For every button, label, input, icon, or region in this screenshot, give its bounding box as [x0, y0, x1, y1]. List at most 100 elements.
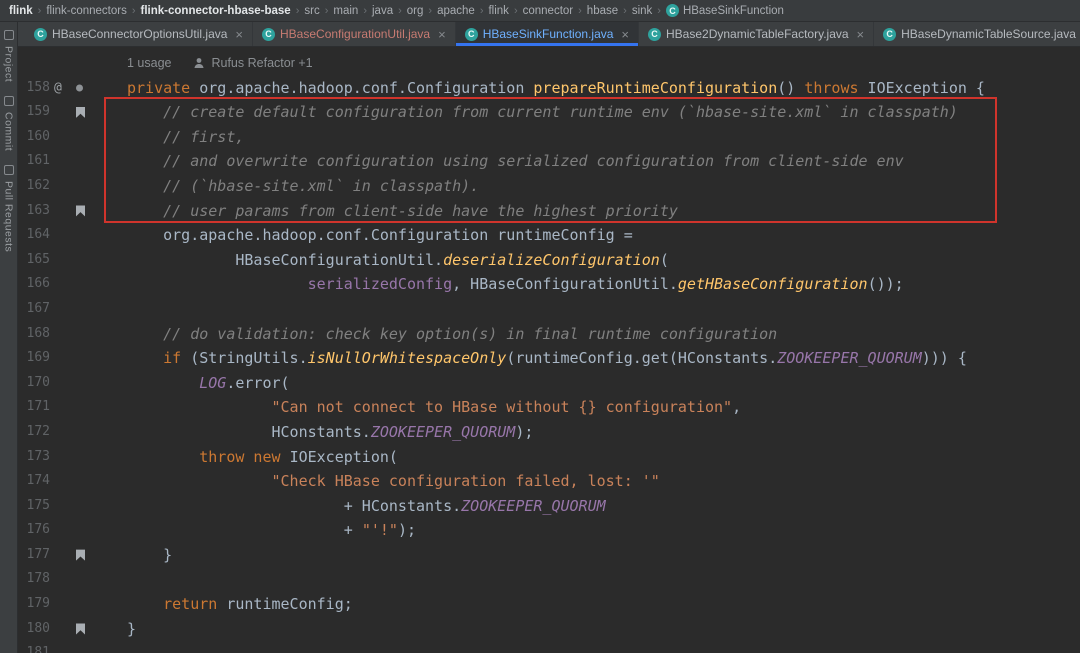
- line-number: 173: [26, 448, 50, 464]
- breadcrumb-item-flink[interactable]: flink: [9, 5, 33, 17]
- line-number: 174: [26, 473, 50, 489]
- tab-bar: C HBaseConnectorOptionsUtil.java × C HBaseCo…: [18, 22, 1080, 47]
- line-number: 176: [26, 522, 50, 538]
- breadcrumb-item-flink[interactable]: flink: [488, 5, 508, 17]
- breadcrumb-label: hbase: [586, 4, 619, 17]
- gutter[interactable]: 171: [18, 395, 127, 420]
- bookmark-icon[interactable]: [76, 623, 85, 635]
- gutter[interactable]: 172: [18, 420, 127, 445]
- tab-hbasesinkfunction-java[interactable]: C HBaseSinkFunction.java ×: [455, 22, 640, 46]
- breadcrumb-label: org: [406, 4, 424, 17]
- close-icon[interactable]: ×: [235, 27, 243, 42]
- line-number: 164: [26, 227, 50, 243]
- code-line: 180}: [18, 617, 1080, 642]
- author-hint[interactable]: Rufus Refactor +1: [211, 56, 312, 70]
- gutter[interactable]: 164: [18, 223, 127, 248]
- gutter[interactable]: 179: [18, 592, 127, 617]
- breadcrumb-label: flink-connectors: [46, 4, 127, 17]
- breadcrumb-item-connector[interactable]: connector: [523, 5, 574, 17]
- close-icon[interactable]: ×: [857, 27, 865, 42]
- breadcrumb-item-java[interactable]: java: [372, 5, 393, 17]
- gutter[interactable]: 161: [18, 149, 127, 174]
- gutter[interactable]: 176: [18, 518, 127, 543]
- line-number: 165: [26, 251, 50, 267]
- editor[interactable]: 1 usage Rufus Refactor +1 158 @ private org.…: [18, 47, 1080, 653]
- breadcrumb-item-src[interactable]: src: [304, 5, 319, 17]
- gutter[interactable]: 174: [18, 469, 127, 494]
- line-number: 158: [26, 79, 50, 95]
- sidebar-label: Project: [2, 46, 15, 83]
- breadcrumb-item-org[interactable]: org: [407, 5, 424, 17]
- code-line: 163 // user params from client-side have…: [18, 199, 1080, 224]
- breadcrumb-item-main[interactable]: main: [333, 5, 358, 17]
- gutter[interactable]: 166: [18, 272, 127, 297]
- code-text: // (`hbase-site.xml` in classpath).: [127, 176, 480, 195]
- sidebar-label: Commit: [2, 112, 15, 152]
- code-text: LOG.error(: [199, 373, 290, 392]
- breadcrumb-item-flink-connectors[interactable]: flink-connectors: [46, 5, 127, 17]
- code-text: HBaseConfigurationUtil.deserializeConfig…: [127, 250, 669, 269]
- gutter[interactable]: 178: [18, 567, 127, 592]
- breadcrumb-item-hbasesinkfunction[interactable]: C HBaseSinkFunction: [665, 4, 784, 17]
- gutter[interactable]: 165: [18, 248, 127, 273]
- code-text: serializedConfig, HBaseConfigurationUtil…: [307, 275, 904, 294]
- tab-hbasedynamictablesource-java[interactable]: CHBaseDynamicTableSource.java×: [874, 22, 1080, 46]
- gutter[interactable]: 175: [18, 494, 127, 519]
- line-number: 171: [26, 399, 50, 415]
- gutter[interactable]: 170: [18, 371, 127, 396]
- bookmark-icon[interactable]: [76, 205, 85, 217]
- chevron-right-icon: ›: [513, 4, 518, 17]
- sidebar-item-pull-requests[interactable]: Pull Requests: [3, 165, 15, 253]
- code-line: 181: [18, 641, 1080, 653]
- gutter[interactable]: 169: [18, 346, 127, 371]
- close-icon[interactable]: ×: [621, 27, 629, 42]
- gutter[interactable]: 159: [18, 100, 127, 125]
- breadcrumb-item-hbase[interactable]: hbase: [587, 5, 618, 17]
- gutter[interactable]: 180: [18, 617, 127, 642]
- class-icon: C: [464, 27, 478, 41]
- code-line: 176 + "'!");: [18, 518, 1080, 543]
- bookmark-icon[interactable]: [76, 106, 85, 118]
- line-number: 159: [26, 104, 50, 120]
- usages-hint[interactable]: 1 usage: [127, 56, 171, 70]
- code-line: 1 usage Rufus Refactor +1: [18, 51, 1080, 76]
- code-line: 158 @ private org.apache.hadoop.conf.Confi…: [18, 76, 1080, 101]
- gutter[interactable]: 168: [18, 322, 127, 347]
- gutter[interactable]: 167: [18, 297, 127, 322]
- tab-hbaseconnectoroptionsutil-java[interactable]: C HBaseConnectorOptionsUtil.java ×: [25, 22, 254, 46]
- gutter[interactable]: 177: [18, 543, 127, 568]
- line-number: 169: [26, 350, 50, 366]
- code-line: 162 // (`hbase-site.xml` in classpath).: [18, 174, 1080, 199]
- at-icon[interactable]: @: [54, 81, 62, 94]
- pull-requests-icon: [3, 165, 14, 176]
- breadcrumb-item-sink[interactable]: sink: [632, 5, 652, 17]
- gutter[interactable]: 160: [18, 125, 127, 150]
- line-number: 180: [26, 620, 50, 636]
- code-line: 175 + HConstants.ZOOKEEPER_QUORUM: [18, 494, 1080, 519]
- tab-hbaseconfigurationutil-java[interactable]: C HBaseConfigurationUtil.java ×: [253, 22, 456, 46]
- code-text: HConstants.ZOOKEEPER_QUORUM);: [127, 422, 534, 441]
- breadcrumb-item-flink-connector-hbase-base[interactable]: flink-connector-hbase-base: [141, 5, 291, 17]
- sidebar-item-project[interactable]: Project: [3, 30, 15, 82]
- gutter[interactable]: 158 @: [18, 76, 127, 101]
- code-line: 160 // first,: [18, 125, 1080, 150]
- breadcrumb-item-apache[interactable]: apache: [437, 5, 475, 17]
- sidebar-item-commit[interactable]: Commit: [3, 96, 15, 151]
- gutter[interactable]: 173: [18, 445, 127, 470]
- chevron-right-icon: ›: [479, 4, 484, 17]
- gutter[interactable]: 163: [18, 199, 127, 224]
- class-icon: C: [34, 27, 47, 41]
- gutter[interactable]: 181: [18, 641, 127, 653]
- chevron-right-icon: ›: [578, 4, 582, 17]
- code-text: // user params from client-side have the…: [127, 201, 678, 220]
- code-text: private org.apache.hadoop.conf.Configura…: [127, 78, 985, 97]
- gutter[interactable]: 162: [18, 174, 127, 199]
- code-line: 159 // create default configuration from…: [18, 100, 1080, 125]
- dot-icon[interactable]: [76, 84, 83, 92]
- breadcrumb-label: java: [372, 4, 394, 17]
- bookmark-icon[interactable]: [76, 549, 85, 561]
- code-line: 178: [18, 567, 1080, 592]
- tab-hbase2dynamictablefactory-java[interactable]: C HBase2DynamicTableFactory.java ×: [639, 22, 875, 46]
- gutter[interactable]: [18, 51, 127, 76]
- close-icon[interactable]: ×: [438, 27, 446, 42]
